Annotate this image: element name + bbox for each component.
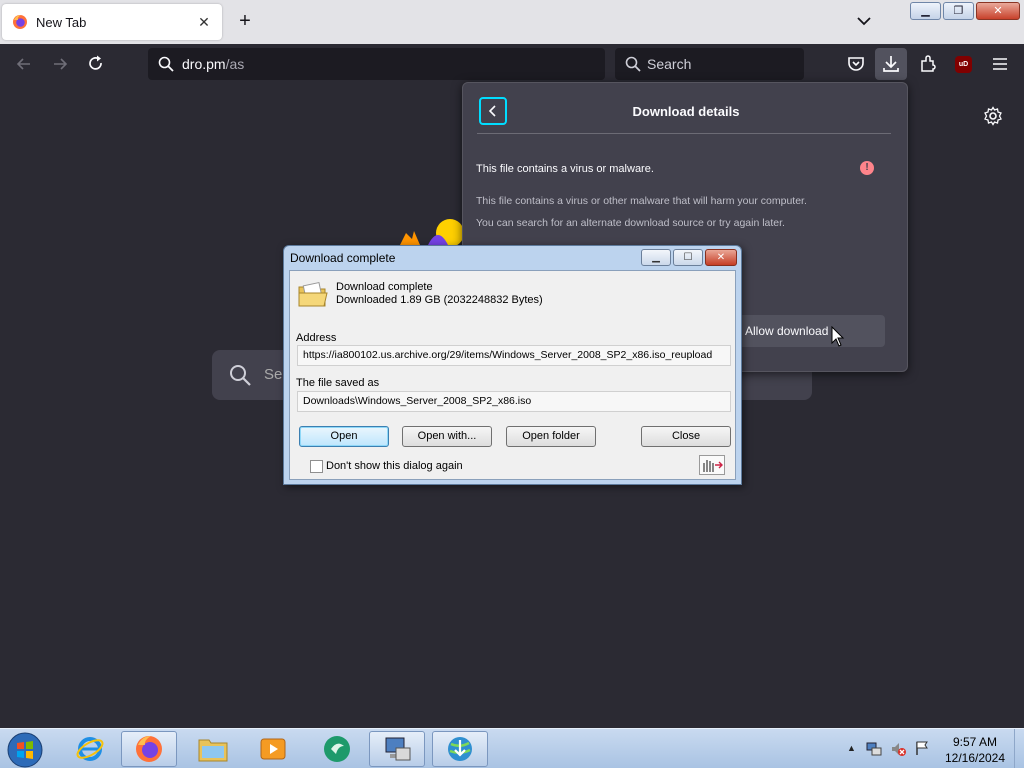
navigation-toolbar: dro.pm/as Search uD: [0, 44, 1024, 85]
search-icon: [625, 56, 641, 72]
show-hidden-icons-icon[interactable]: ▲: [847, 743, 856, 753]
media-player-icon: [260, 738, 286, 760]
ublock-origin-icon[interactable]: uD: [955, 56, 972, 73]
forward-arrow-icon[interactable]: [50, 54, 70, 74]
chevron-down-icon[interactable]: [855, 12, 873, 30]
taskbar-download-manager[interactable]: [432, 731, 488, 767]
malware-warning-text-2: You can search for an alternate download…: [476, 217, 785, 229]
saved-as-label: The file saved as: [296, 377, 380, 389]
firefox-icon: [136, 736, 162, 762]
minimize-icon: ▁: [652, 252, 660, 263]
url-host: dro.pm: [182, 56, 226, 72]
close-button[interactable]: Close: [641, 426, 731, 447]
dialog-title: Download complete: [290, 251, 396, 265]
tab-new-tab[interactable]: New Tab ✕: [2, 4, 222, 40]
allow-download-button[interactable]: Allow download: [733, 315, 885, 347]
search-placeholder: Search: [647, 56, 692, 72]
hand-arrow-icon: [703, 460, 723, 472]
new-tab-button[interactable]: +: [234, 10, 256, 32]
url-bar[interactable]: dro.pm/as: [148, 48, 605, 80]
system-tray: ▲ 9:57 AM 12/16/2024: [840, 729, 1024, 768]
maximize-icon: ☐: [683, 252, 693, 263]
dont-show-again-label: Don't show this dialog again: [326, 460, 463, 472]
url-path: /as: [225, 56, 245, 72]
hamburger-menu-icon[interactable]: [990, 54, 1010, 74]
reload-icon[interactable]: [86, 54, 106, 74]
windows-start-icon[interactable]: [6, 731, 44, 768]
open-folder-icon: [298, 281, 328, 307]
pocket-icon[interactable]: [846, 54, 866, 74]
address-label: Address: [296, 332, 337, 344]
download-size-text: Downloaded 1.89 GB (2032248832 Bytes): [336, 294, 543, 306]
dialog-maximize-button[interactable]: ☐: [673, 249, 703, 266]
show-desktop-button[interactable]: [1014, 729, 1024, 768]
dialog-window-controls: ▁ ☐ ✕: [641, 249, 737, 266]
dont-show-again-checkbox[interactable]: [310, 460, 323, 473]
download-status-text: Download complete: [336, 281, 433, 293]
clock-date[interactable]: 12/16/2024: [940, 751, 1010, 765]
firefox-logo-icon: [400, 219, 464, 245]
dialog-minimize-button[interactable]: ▁: [641, 249, 671, 266]
green-circle-app-icon: [324, 736, 350, 762]
taskbar-network-app[interactable]: [369, 731, 425, 767]
back-arrow-icon[interactable]: [14, 54, 34, 74]
saved-as-field[interactable]: Downloads\Windows_Server_2008_SP2_x86.is…: [297, 391, 731, 412]
download-manager-globe-icon: [448, 737, 472, 761]
search-icon: [230, 365, 251, 386]
dialog-body: Download complete Downloaded 1.89 GB (20…: [289, 270, 736, 480]
malware-warning-title: This file contains a virus or malware.: [476, 163, 654, 175]
downloads-button[interactable]: [875, 48, 907, 80]
folder-icon: [198, 739, 228, 762]
network-tray-icon[interactable]: [866, 741, 882, 757]
taskbar-firefox[interactable]: [121, 731, 177, 767]
tab-close-icon[interactable]: ✕: [196, 14, 212, 31]
mouse-cursor-icon: [831, 326, 845, 347]
tab-title: New Tab: [36, 14, 87, 30]
taskbar-media-player[interactable]: [245, 731, 301, 767]
restore-button[interactable]: ❐: [943, 2, 974, 20]
download-complete-dialog: Download complete ▁ ☐ ✕ Download complet…: [283, 245, 742, 485]
taskbar-internet-explorer[interactable]: [62, 731, 118, 767]
warning-icon: !: [860, 161, 874, 175]
malware-warning-text-1: This file contains a virus or other malw…: [476, 195, 807, 207]
action-center-flag-icon[interactable]: [914, 740, 930, 756]
download-icon: [883, 56, 899, 72]
panel-divider: [477, 133, 891, 134]
extensions-puzzle-icon[interactable]: [918, 54, 938, 74]
close-icon: ✕: [716, 252, 726, 263]
open-folder-button[interactable]: Open folder: [506, 426, 596, 447]
minimize-icon: ▁: [921, 4, 930, 17]
search-bar[interactable]: Search: [615, 48, 804, 80]
dialog-close-button[interactable]: ✕: [705, 249, 737, 266]
url-text: dro.pm/as: [182, 56, 244, 72]
computer-network-icon: [385, 737, 411, 761]
panel-title: Download details: [632, 104, 740, 119]
firefox-icon: [13, 15, 27, 29]
browser-titlebar: New Tab ✕ + ▁ ❐ ✕: [0, 0, 1024, 44]
gear-icon[interactable]: [983, 106, 1003, 126]
internet-explorer-icon: [76, 737, 104, 761]
close-window-button[interactable]: ✕: [976, 2, 1020, 20]
minimize-button[interactable]: ▁: [910, 2, 941, 20]
taskbar-file-explorer[interactable]: [185, 731, 241, 767]
windows-taskbar: ▲ 9:57 AM 12/16/2024: [0, 728, 1024, 768]
open-with-button[interactable]: Open with...: [402, 426, 492, 447]
taskbar-green-app[interactable]: [309, 731, 365, 767]
newtab-search-placeholder: Se: [264, 366, 283, 383]
restore-icon: ❐: [953, 4, 964, 17]
clock-time[interactable]: 9:57 AM: [940, 735, 1010, 749]
close-icon: ✕: [993, 4, 1003, 17]
address-field[interactable]: https://ia800102.us.archive.org/29/items…: [297, 345, 731, 366]
search-icon: [158, 56, 174, 72]
idm-hand-icon[interactable]: [699, 455, 725, 475]
volume-muted-icon[interactable]: [890, 741, 906, 757]
window-controls: ▁ ❐ ✕: [910, 2, 1020, 20]
open-button[interactable]: Open: [299, 426, 389, 447]
